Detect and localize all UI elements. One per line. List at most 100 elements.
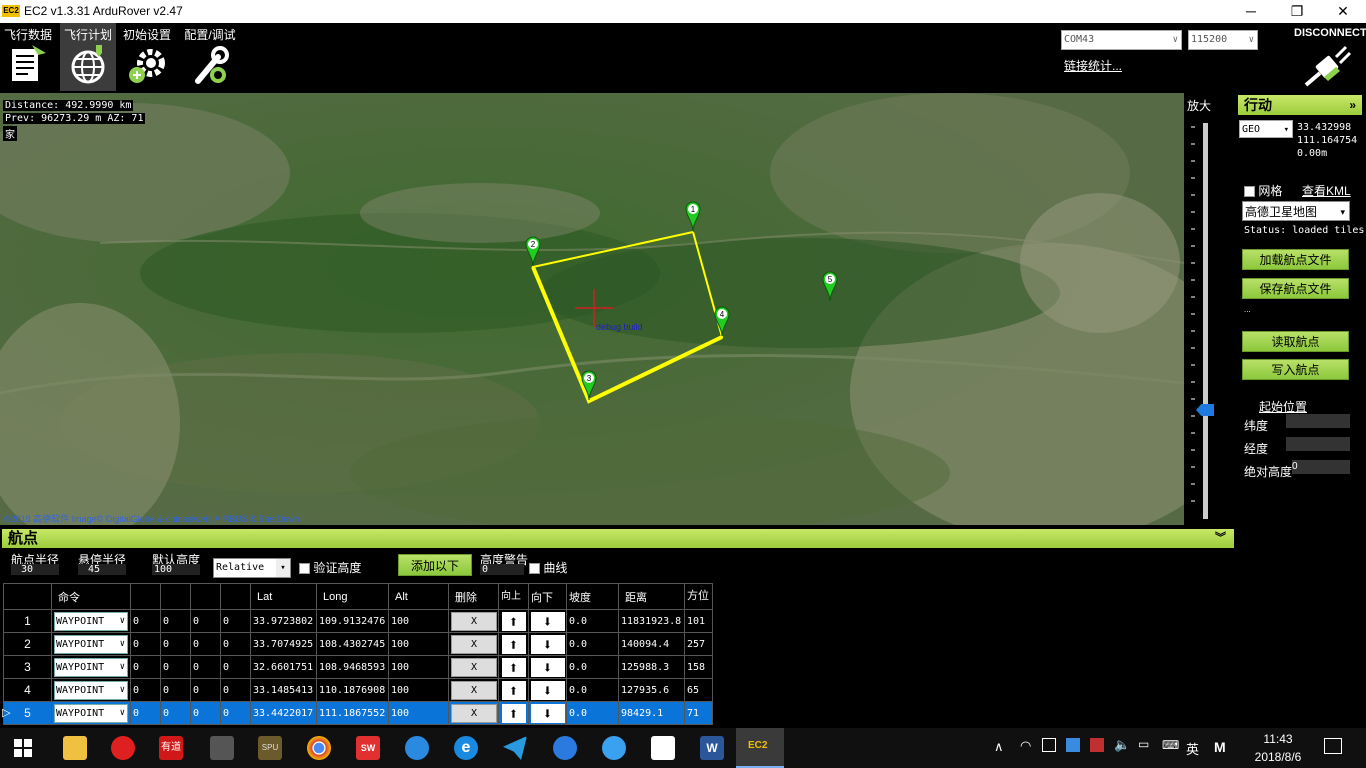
battery-icon[interactable]: ▭ xyxy=(1138,737,1149,751)
netease-music-icon[interactable] xyxy=(111,736,135,760)
collapse-icon[interactable]: » xyxy=(1349,95,1356,115)
windows-start-icon[interactable] xyxy=(14,739,32,757)
row-index-cell[interactable]: 4 xyxy=(3,678,52,702)
delete-button[interactable]: X xyxy=(451,703,497,723)
param1-cell[interactable]: 0 xyxy=(130,701,161,725)
lat-cell[interactable]: 33.4422017 xyxy=(250,701,317,725)
view-kml-link[interactable]: 查看KML xyxy=(1302,182,1351,199)
collapse-icon[interactable]: ︾ xyxy=(1215,529,1226,548)
move-up-button[interactable]: ⬆ xyxy=(501,657,526,677)
tray-app-icon[interactable] xyxy=(1090,738,1104,752)
param3-cell[interactable]: 0 xyxy=(190,655,221,679)
spline-row[interactable]: 曲线 xyxy=(529,559,567,576)
nav-flight-plan[interactable]: 飞行计划 xyxy=(60,23,116,91)
param4-cell[interactable]: 0 xyxy=(220,632,251,656)
nav-flight-data[interactable]: 飞行数据 xyxy=(0,23,56,91)
move-down-button[interactable]: ⬇ xyxy=(530,657,565,677)
baidu-netdisk-icon[interactable] xyxy=(553,736,577,760)
zoom-slider-track[interactable] xyxy=(1203,123,1208,519)
chrome-icon[interactable] xyxy=(307,736,331,760)
grid-checkbox[interactable] xyxy=(1244,186,1255,198)
param1-cell[interactable]: 0 xyxy=(130,609,161,633)
move-down-button[interactable]: ⬇ xyxy=(530,703,565,723)
command-select[interactable]: WAYPOINT ∨ xyxy=(54,611,128,631)
param2-cell[interactable]: 0 xyxy=(160,678,191,702)
command-select[interactable]: WAYPOINT ∨ xyxy=(54,703,128,723)
verify-height-row[interactable]: 验证高度 xyxy=(299,559,361,576)
param1-cell[interactable]: 0 xyxy=(130,678,161,702)
alt-cell[interactable]: 100 xyxy=(388,632,449,656)
map-type-select[interactable]: 高德卫星地图 ▾ xyxy=(1242,201,1350,221)
keyboard-icon[interactable]: ⌨ xyxy=(1162,738,1179,752)
clock-date[interactable]: 2018/8/6 xyxy=(1244,750,1312,764)
tray-app-icon[interactable] xyxy=(1066,738,1080,752)
default-alt-field[interactable]: 100 xyxy=(152,564,200,575)
alt-warning-field[interactable]: 0 xyxy=(480,564,524,575)
home-lng-field[interactable] xyxy=(1286,437,1350,451)
lat-cell[interactable]: 32.6601751 xyxy=(250,655,317,679)
network-icon[interactable]: ◠ xyxy=(1020,738,1031,754)
wp-radius-field[interactable]: 30 xyxy=(11,564,59,575)
waypoint-marker[interactable]: 2 xyxy=(525,235,541,267)
long-cell[interactable]: 108.4302745 xyxy=(316,632,389,656)
nav-config-tuning[interactable]: 配置/调试 xyxy=(182,23,238,91)
table-row[interactable]: 4 WAYPOINT ∨ 0 0 0 0 33.1485413 110.18769… xyxy=(3,678,713,702)
plug-connect-icon[interactable] xyxy=(1302,45,1354,89)
command-select[interactable]: WAYPOINT ∨ xyxy=(54,657,128,677)
param4-cell[interactable]: 0 xyxy=(220,701,251,725)
table-row[interactable]: 3 WAYPOINT ∨ 0 0 0 0 32.6601751 108.94685… xyxy=(3,655,713,679)
baud-rate-select[interactable]: 115200 ∨ xyxy=(1188,30,1258,50)
command-select[interactable]: WAYPOINT ∨ xyxy=(54,680,128,700)
delete-button[interactable]: X xyxy=(451,657,497,677)
param4-cell[interactable]: 0 xyxy=(220,609,251,633)
home-location-link[interactable]: 起始位置 xyxy=(1259,398,1307,415)
waypoint-marker[interactable]: 1 xyxy=(685,200,701,232)
row-index-cell[interactable]: 1 xyxy=(3,609,52,633)
alt-cell[interactable]: 100 xyxy=(388,701,449,725)
delete-button[interactable]: X xyxy=(451,611,497,631)
home-alt-field[interactable]: 0 xyxy=(1292,460,1350,474)
move-down-button[interactable]: ⬇ xyxy=(530,680,565,700)
save-wp-file-button[interactable]: 保存航点文件 xyxy=(1242,278,1349,299)
link-stats-link[interactable]: 链接统计... xyxy=(1064,57,1122,74)
move-up-button[interactable]: ⬆ xyxy=(501,611,526,631)
move-down-button[interactable]: ⬇ xyxy=(530,634,565,654)
param2-cell[interactable]: 0 xyxy=(160,701,191,725)
ie-icon[interactable]: e xyxy=(454,736,478,760)
param2-cell[interactable]: 0 xyxy=(160,655,191,679)
solidworks-icon[interactable]: SW xyxy=(356,736,380,760)
table-row[interactable]: 2 WAYPOINT ∨ 0 0 0 0 33.7074925 108.43027… xyxy=(3,632,713,656)
ec2-taskbar-button[interactable]: EC2 xyxy=(736,728,784,768)
move-up-button[interactable]: ⬆ xyxy=(501,634,526,654)
param2-cell[interactable]: 0 xyxy=(160,632,191,656)
send-icon[interactable] xyxy=(503,736,527,760)
grid-checkbox-row[interactable]: 网格 xyxy=(1244,182,1282,199)
youdao-icon[interactable]: 有道 xyxy=(159,736,183,760)
row-index-cell[interactable]: 3 xyxy=(3,655,52,679)
add-below-button[interactable]: 添加以下 xyxy=(398,554,472,576)
volume-icon[interactable]: 🔈 xyxy=(1114,737,1130,753)
param1-cell[interactable]: 0 xyxy=(130,632,161,656)
long-cell[interactable]: 108.9468593 xyxy=(316,655,389,679)
spline-checkbox[interactable] xyxy=(529,563,540,575)
waypoint-marker[interactable]: 4 xyxy=(714,305,730,337)
command-cell[interactable]: WAYPOINT ∨ xyxy=(51,701,131,725)
ime-mode-indicator[interactable]: M xyxy=(1214,739,1226,755)
row-index-cell[interactable]: ▷ 5 xyxy=(2,701,52,725)
long-cell[interactable]: 111.1867552 xyxy=(316,701,389,725)
maximize-button[interactable]: ❐ xyxy=(1274,0,1320,23)
param3-cell[interactable]: 0 xyxy=(190,678,221,702)
app-blue-icon[interactable] xyxy=(405,736,429,760)
param1-cell[interactable]: 0 xyxy=(130,655,161,679)
minimize-button[interactable]: ─ xyxy=(1228,0,1274,23)
read-wp-button[interactable]: 读取航点 xyxy=(1242,331,1349,352)
chevron-up-icon[interactable]: ∧ xyxy=(994,739,1004,755)
qq-icon[interactable] xyxy=(602,736,626,760)
param2-cell[interactable]: 0 xyxy=(160,609,191,633)
param4-cell[interactable]: 0 xyxy=(220,678,251,702)
waypoint-marker[interactable]: 3 xyxy=(581,369,597,401)
move-up-button[interactable]: ⬆ xyxy=(501,680,526,700)
alt-cell[interactable]: 100 xyxy=(388,655,449,679)
nav-initial-setup[interactable]: 初始设置 xyxy=(119,23,175,91)
alt-cell[interactable]: 100 xyxy=(388,609,449,633)
